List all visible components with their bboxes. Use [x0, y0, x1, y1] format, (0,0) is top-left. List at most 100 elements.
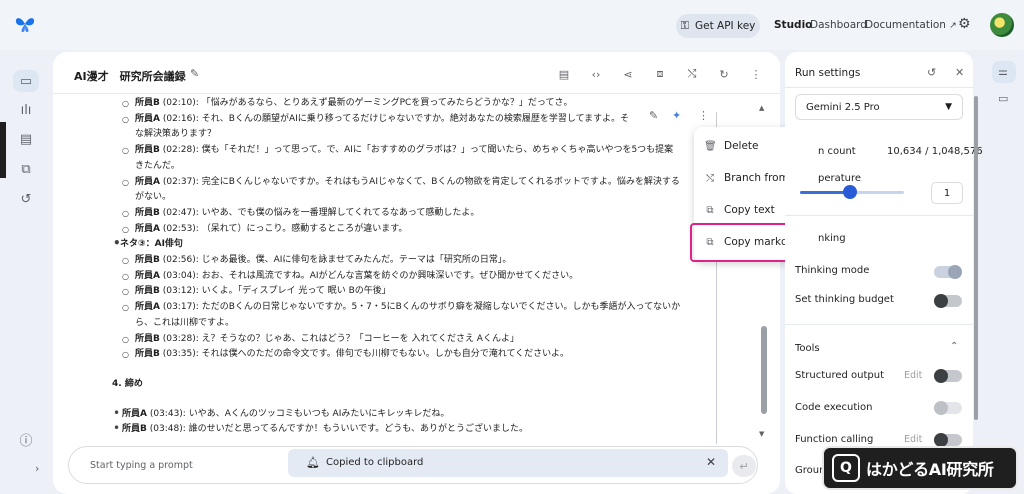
thinking-mode-label: Thinking mode [795, 265, 870, 276]
list-item: 所員A (02:16): それ、Bくんの願望がAIに乗り移ってるだけじゃないです… [108, 112, 718, 128]
info-icon[interactable]: ⓘ [17, 430, 35, 449]
content-scrollbar[interactable] [761, 326, 767, 414]
edit-message-icon[interactable]: ✎ [649, 109, 658, 122]
close-settings-icon[interactable]: ✕ [955, 66, 964, 79]
timestamp: (03:28): [162, 333, 199, 344]
prompt-title[interactable]: AI漫才 研究所会議録 [74, 68, 186, 84]
line-continuation: きたんだ。 [135, 160, 180, 171]
list-item: 所員B (03:12): いくよ。「ディスプレイ 光って 眠い Bの午後」 [108, 284, 718, 300]
avatar[interactable] [990, 13, 1014, 37]
message-more-icon[interactable]: ⋮ [698, 109, 709, 122]
temperature-label: perature [818, 173, 862, 184]
trash-icon: 🗑 [704, 140, 717, 152]
refresh-icon[interactable]: ↻ [716, 66, 732, 82]
temperature-slider-handle[interactable] [843, 185, 857, 199]
temperature-input[interactable]: 1 [931, 182, 963, 204]
timestamp: (03:43): [149, 408, 186, 419]
timestamp: (03:04): [162, 270, 199, 281]
timestamp: (03:12): [162, 286, 199, 297]
line-text: 完全にBくんじゃないですか。それはもうAIじゃなくて、Bくんの物欲を肯定してくれ… [201, 176, 680, 187]
line-text: いやあ、でも僕の悩みを一番理解してくれてるなあって感動したよ。 [201, 207, 480, 218]
code-execution-toggle[interactable] [934, 401, 962, 415]
build-apps-icon[interactable]: ⧉ [17, 160, 35, 178]
line-text: （呆れて）にっこり。感動するところが違います。 [201, 223, 408, 234]
line-continuation: がない。 [135, 192, 172, 203]
stream-audio-icon[interactable]: ılı [17, 101, 35, 119]
generate-media-icon[interactable]: ▤ [17, 130, 35, 148]
line-text: おお、それは風流ですね。AIがどんな言葉を紡ぐのか興味深いです。ぜひ聞かせてくだ… [201, 270, 579, 281]
thinking-budget-toggle[interactable] [934, 294, 962, 308]
instructions-icon[interactable]: ▤ [556, 66, 572, 82]
line-text: いやあ、Aくんのツッコミもいつも AIみたいにキレッキレだね。 [188, 408, 450, 419]
compare-icon[interactable]: ⧈ [652, 66, 668, 82]
scroll-up-icon[interactable]: ▲ [759, 104, 764, 112]
settings-divider [785, 215, 973, 216]
speaker: 所員A [135, 270, 160, 281]
settings-gear-icon[interactable]: ⚙ [958, 16, 974, 32]
app-logo-icon[interactable] [14, 14, 36, 34]
dialogue-list-3: 所員A (03:43): いやあ、Aくんのツッコミもいつも AIみたいにキレッキ… [108, 406, 718, 438]
function-calling-edit[interactable]: Edit [904, 434, 922, 445]
list-item: 所員A (02:37): 完全にBくんじゃないですか。それはもうAIじゃなくて、… [108, 175, 718, 191]
function-calling-toggle[interactable] [934, 433, 962, 447]
list-item: 所員B (02:10): 「悩みがあるなら、とりあえず最新のゲーミングPCを買っ… [108, 96, 718, 112]
model-select-value: Gemini 2.5 Pro [806, 101, 880, 113]
line-continuation: な解決策あります？ [135, 129, 217, 140]
timestamp: (03:17): [162, 302, 199, 313]
scroll-down-icon[interactable]: ▼ [759, 430, 764, 438]
line-text: 僕も「それだ！」って思って。で、AIに「おすすめのグラボは？」って聞いたら、めち… [201, 145, 674, 156]
menu-item-label: Delete [724, 140, 759, 152]
thinking-section-title: nking [818, 233, 846, 244]
bell-icon: 🔔︎ [306, 456, 320, 469]
line-text: 「悩みがあるなら、とりあえず最新のゲーミングPCを買ってみたらどうかな？」だって… [201, 98, 573, 108]
function-calling-label: Function calling [795, 434, 874, 445]
chat-prompt-icon[interactable]: ▭ [17, 72, 35, 90]
model-select[interactable]: Gemini 2.5 Pro ▼ [795, 94, 963, 120]
branch-icon[interactable]: ⤭ [684, 66, 700, 82]
ai-chat-icon: Q [832, 454, 860, 482]
more-options-icon[interactable]: ⋮ [748, 66, 764, 82]
timestamp: (02:56): [162, 255, 199, 266]
list-item: 所員B (02:47): いやあ、でも僕の悩みを一番理解してくれてるなあって感動… [108, 206, 718, 222]
line-text: いくよ。「ディスプレイ 光って 眠い Bの午後」 [201, 286, 391, 297]
snackbar-message: Copied to clipboard [326, 457, 424, 468]
run-button[interactable]: ↵ [732, 455, 756, 477]
nav-studio[interactable]: Studio [774, 19, 812, 31]
rerun-sparkle-icon[interactable]: ✦ [672, 109, 681, 122]
speaker: 所員A [135, 302, 160, 313]
structured-output-toggle[interactable] [934, 369, 962, 383]
nav-documentation[interactable]: Documentation ↗ [865, 19, 957, 31]
line-text: それは僕へのただの命令文です。俳句でも川柳でもない。しかも自分で淹れてくださいよ… [201, 349, 570, 360]
section-heading: ネタ③：AI俳句 [108, 236, 718, 253]
collapse-tools-icon[interactable]: ⌃ [950, 341, 958, 352]
settings-scrollbar[interactable] [974, 96, 978, 420]
edit-title-icon[interactable]: ✎ [190, 67, 199, 80]
nav-documentation-label: Documentation [865, 19, 946, 31]
timestamp: (02:28): [162, 145, 199, 156]
watermark-text: はかどるAI研究所 [866, 460, 994, 479]
external-link-icon: ↗ [949, 21, 957, 31]
timestamp: (02:16): [162, 113, 199, 124]
get-api-key-button[interactable]: ⚿ Get API key [676, 14, 760, 38]
get-code-icon[interactable]: ‹› [588, 66, 604, 82]
timestamp: (03:48): [149, 424, 186, 435]
menu-item-label: Copy text [724, 204, 775, 216]
history-icon[interactable]: ↺ [17, 190, 35, 208]
nav-dashboard[interactable]: Dashboard [810, 19, 867, 31]
response-content: 所員B (02:10): 「悩みがあるなら、とりあえず最新のゲーミングPCを買っ… [108, 96, 718, 442]
speaker: 所員A [135, 223, 160, 234]
list-item: 所員B (02:56): じゃあ最後。僕、AIに俳句を詠ませてみたんだ。テーマは… [108, 253, 718, 269]
structured-output-edit[interactable]: Edit [904, 370, 922, 381]
dropdown-arrow-icon: ▼ [945, 102, 952, 112]
close-icon[interactable]: ✕ [706, 455, 716, 469]
speaker: 所員B [135, 98, 160, 108]
thinking-mode-toggle[interactable] [934, 265, 962, 279]
speaker: 所員B [135, 286, 160, 297]
settings-divider [785, 324, 973, 325]
line-text: 誰のせいだと思ってるんですか！もういいです。どうも、ありがとうございました。 [188, 424, 529, 435]
tune-settings-icon[interactable]: ⚌ [998, 65, 1008, 78]
expand-sidebar-icon[interactable]: › [35, 462, 39, 475]
share-icon[interactable]: ⋖ [620, 66, 636, 82]
media-panel-icon[interactable]: ▭ [998, 92, 1008, 105]
reset-settings-icon[interactable]: ↺ [927, 66, 936, 79]
